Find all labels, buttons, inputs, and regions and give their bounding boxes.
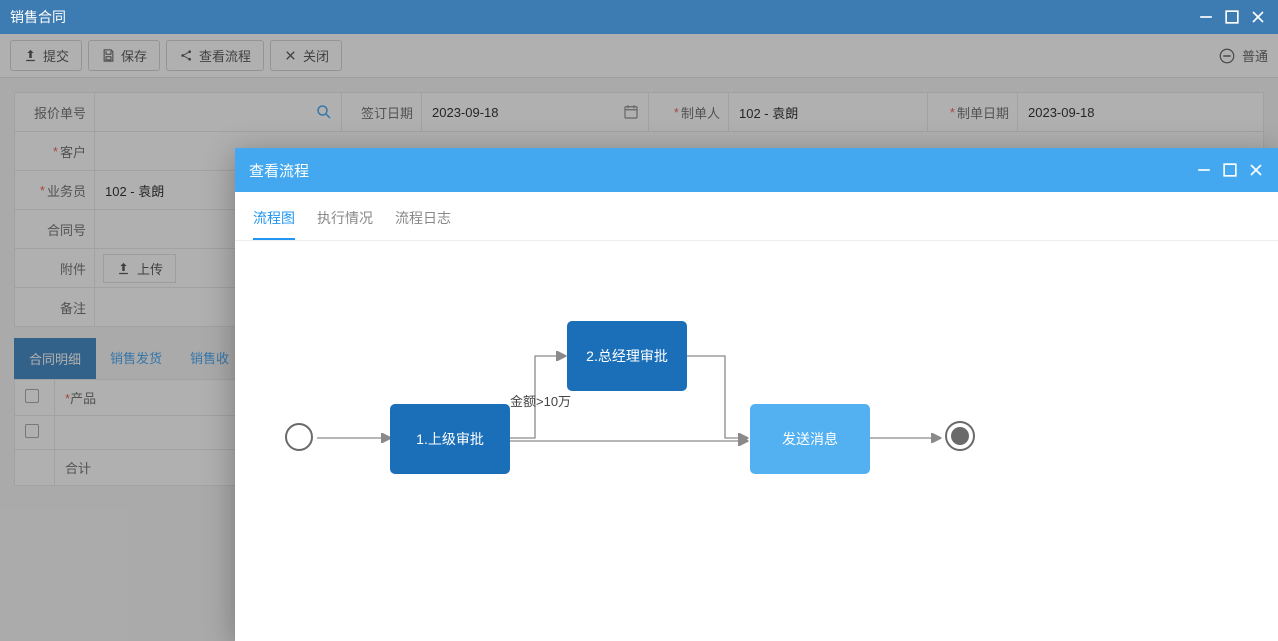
flow-node-2-label: 2.总经理审批 [586, 346, 668, 366]
modal-title: 查看流程 [249, 160, 1188, 181]
app-titlebar: 销售合同 [0, 0, 1278, 34]
flow-diagram: 1.上级审批 2.总经理审批 金额>10万 发送消息 [235, 241, 1278, 641]
tab-execution[interactable]: 执行情况 [317, 202, 373, 240]
tab-flow-diagram[interactable]: 流程图 [253, 202, 295, 240]
flow-node-supervisor-approval[interactable]: 1.上级审批 [390, 404, 510, 474]
tab-flow-log[interactable]: 流程日志 [395, 202, 451, 240]
close-icon[interactable] [1248, 7, 1268, 27]
flow-start-node [285, 423, 313, 451]
flow-node-send-message[interactable]: 发送消息 [750, 404, 870, 474]
maximize-icon[interactable] [1222, 7, 1242, 27]
view-process-modal: 查看流程 流程图 执行情况 流程日志 [235, 148, 1278, 641]
flow-condition-label: 金额>10万 [510, 391, 571, 410]
modal-tab-strip: 流程图 执行情况 流程日志 [235, 192, 1278, 241]
modal-close-icon[interactable] [1246, 160, 1266, 180]
modal-minimize-icon[interactable] [1194, 160, 1214, 180]
flow-node-gm-approval[interactable]: 2.总经理审批 [567, 321, 687, 391]
flow-node-3-label: 发送消息 [782, 429, 838, 449]
modal-titlebar: 查看流程 [235, 148, 1278, 192]
flow-node-1-label: 1.上级审批 [416, 429, 484, 449]
modal-maximize-icon[interactable] [1220, 160, 1240, 180]
flow-end-node [945, 421, 975, 451]
app-title: 销售合同 [10, 7, 1190, 27]
minimize-icon[interactable] [1196, 7, 1216, 27]
